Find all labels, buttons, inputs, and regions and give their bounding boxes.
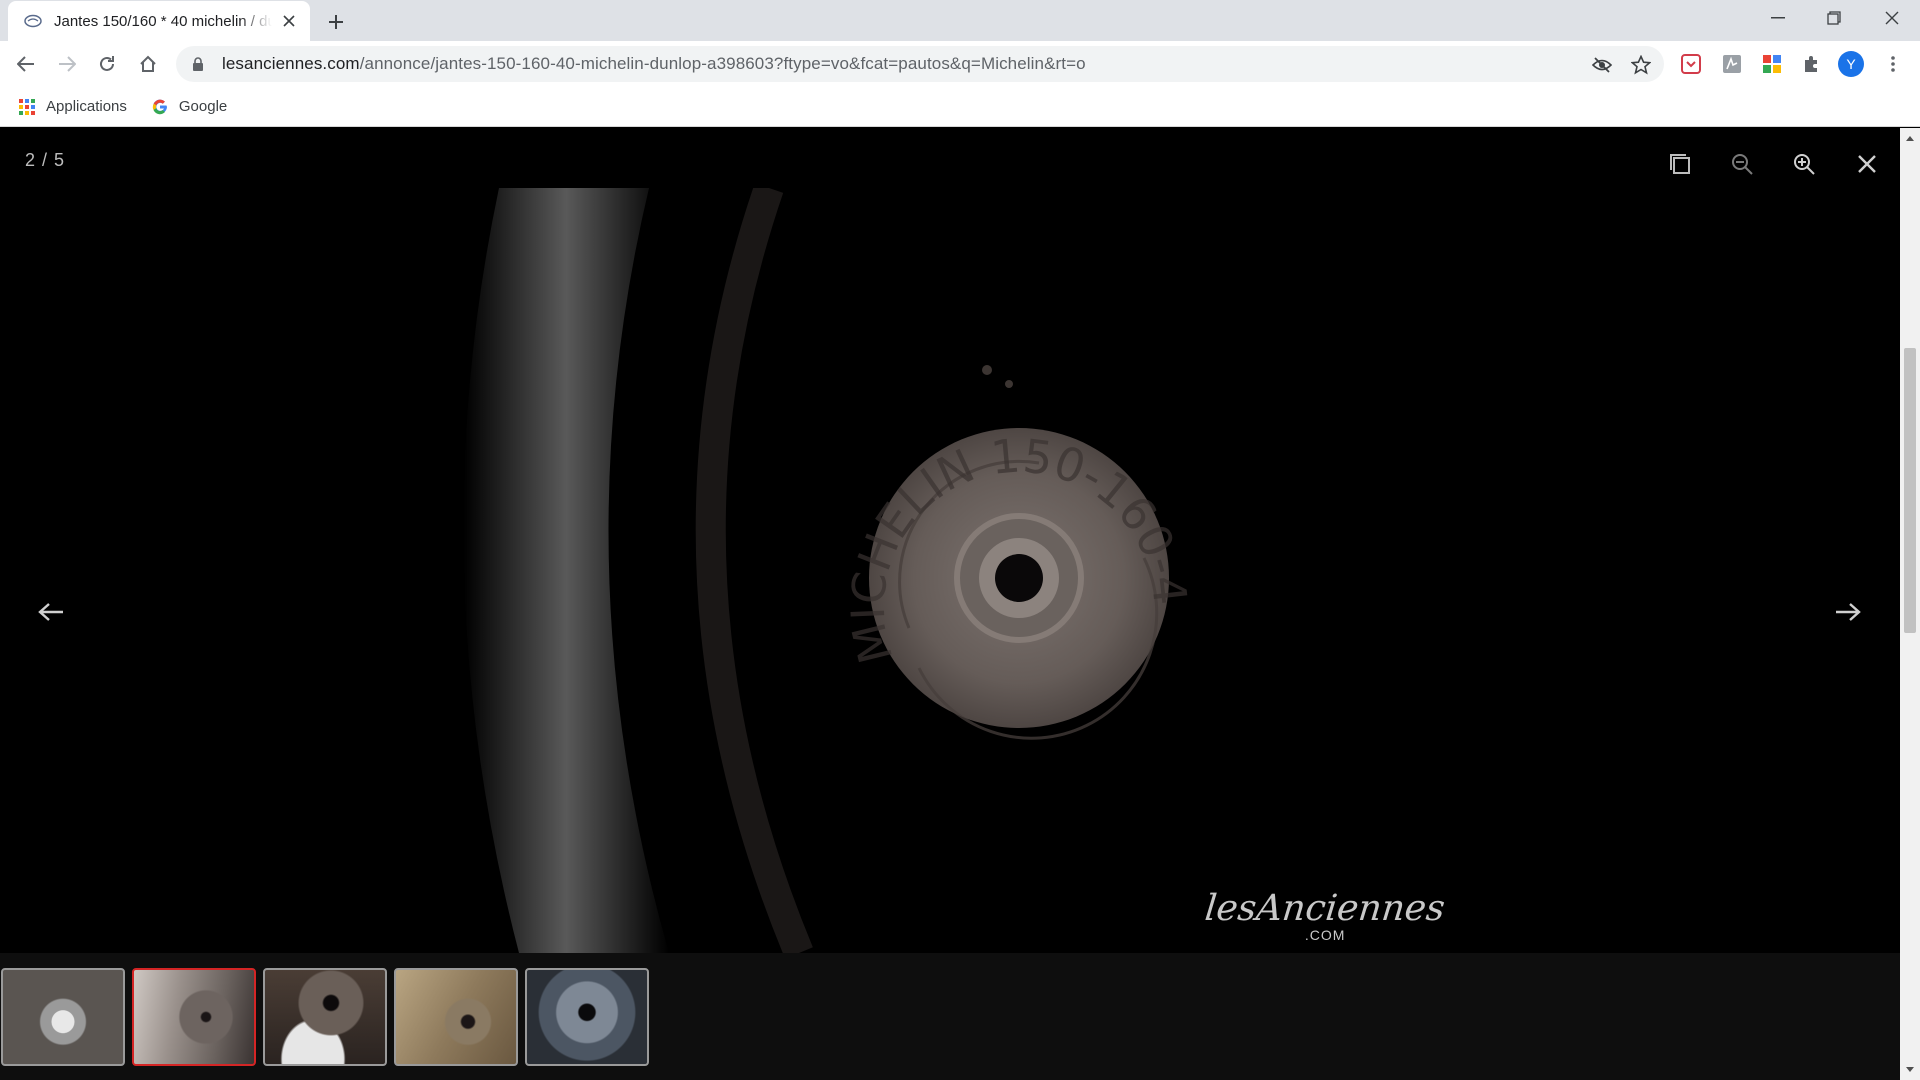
browser-toolbar: lesanciennes.com/annonce/jantes-150-160-…	[0, 41, 1920, 87]
browser-tab[interactable]: Jantes 150/160 * 40 michelin / dunlop	[8, 1, 310, 41]
pdf-extension-icon[interactable]	[1720, 52, 1744, 76]
bookmark-label: Google	[178, 98, 228, 115]
previous-image-icon[interactable]	[29, 590, 73, 634]
tab-title: Jantes 150/160 * 40 michelin / dunlop	[54, 12, 272, 30]
thumbnail-2[interactable]	[132, 968, 256, 1066]
reload-icon[interactable]	[91, 48, 123, 80]
wheel-rim-image: MICHELIN 150-160-40	[439, 188, 1198, 953]
thumbnail-3[interactable]	[263, 968, 387, 1066]
google-extension-icon[interactable]	[1760, 52, 1784, 76]
google-g-icon	[151, 98, 169, 116]
close-tab-icon[interactable]	[278, 10, 300, 32]
lock-icon[interactable]	[190, 56, 206, 72]
thumbnail-5[interactable]	[525, 968, 649, 1066]
site-favicon-icon	[24, 12, 42, 30]
url-text: lesanciennes.com/annonce/jantes-150-160-…	[222, 54, 1086, 73]
back-icon[interactable]	[10, 48, 42, 80]
pocket-extension-icon[interactable]	[1679, 52, 1703, 76]
eye-off-icon[interactable]	[1592, 55, 1612, 75]
scroll-down-icon[interactable]	[1905, 1066, 1915, 1074]
home-icon[interactable]	[132, 48, 164, 80]
bookmark-label: Applications	[46, 98, 127, 115]
image-lightbox: 2 / 5 MICHELIN 150-160-4 lesAnciennes .C…	[0, 128, 1900, 1080]
zoom-out-icon[interactable]	[1720, 142, 1764, 186]
thumbnail-4[interactable]	[394, 968, 518, 1066]
scrollbar-thumb[interactable]	[1904, 348, 1916, 633]
fullscreen-icon[interactable]	[1658, 142, 1702, 186]
bookmark-applications[interactable]: Applications	[18, 98, 127, 116]
main-photo[interactable]: MICHELIN 150-160-40 lesAnciennes .COM	[439, 188, 1459, 953]
address-bar[interactable]: lesanciennes.com/annonce/jantes-150-160-…	[176, 46, 1664, 82]
next-image-icon[interactable]	[1826, 590, 1870, 634]
page-scrollbar[interactable]	[1900, 128, 1920, 1080]
bookmarks-bar: Applications Google	[0, 87, 1920, 127]
zoom-in-icon[interactable]	[1782, 142, 1826, 186]
new-tab-icon[interactable]	[322, 8, 350, 36]
bookmark-google[interactable]: Google	[151, 98, 227, 116]
tab-strip: Jantes 150/160 * 40 michelin / dunlop	[0, 0, 1920, 41]
minimize-icon[interactable]	[1750, 0, 1806, 36]
menu-dots-icon[interactable]	[1881, 52, 1905, 76]
scroll-up-icon[interactable]	[1905, 134, 1915, 142]
forward-icon[interactable]	[51, 48, 83, 80]
thumbnail-1[interactable]	[1, 968, 125, 1066]
apps-grid-icon	[18, 98, 36, 116]
bookmark-star-icon[interactable]	[1631, 55, 1651, 75]
close-window-icon[interactable]	[1864, 0, 1920, 36]
thumbnail-strip	[0, 953, 1900, 1080]
restore-icon[interactable]	[1806, 0, 1862, 36]
profile-avatar[interactable]: Y	[1838, 51, 1864, 77]
puzzle-extensions-icon[interactable]	[1800, 52, 1824, 76]
lesanciennes-watermark: lesAnciennes .COM	[1203, 888, 1448, 943]
close-viewer-icon[interactable]	[1845, 142, 1889, 186]
image-counter: 2 / 5	[25, 150, 66, 170]
